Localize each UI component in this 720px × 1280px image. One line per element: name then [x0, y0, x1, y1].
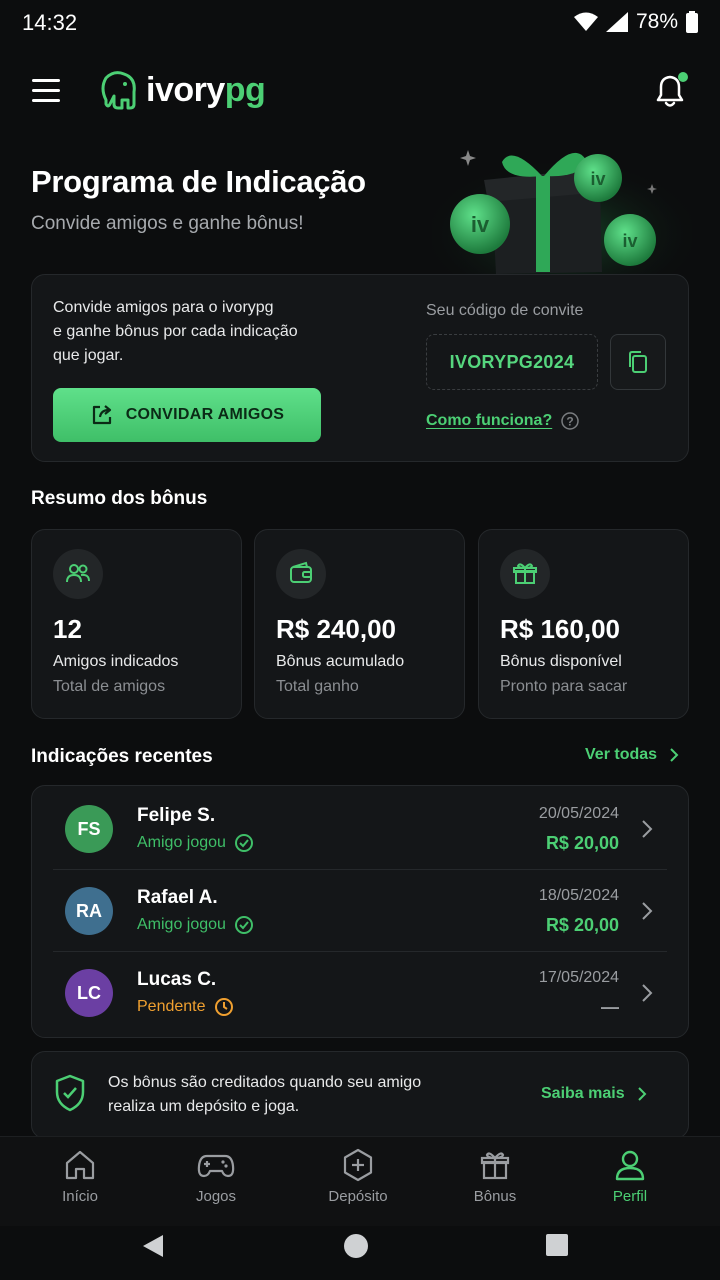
learn-more-link[interactable]: Saiba mais	[541, 1085, 647, 1103]
wifi-icon	[573, 12, 598, 31]
invite-button-label: CONVIDAR AMIGOS	[125, 406, 285, 423]
invite-description: Convide amigos para o ivorypg e ganhe bô…	[53, 299, 298, 364]
status-time: 14:32	[22, 10, 78, 35]
chevron-right-icon	[637, 1087, 647, 1101]
list-item[interactable]: FS Felipe S. Amigo jogou 20/05/2024 R$ 2…	[53, 788, 667, 870]
battery-percent: 78%	[635, 10, 678, 33]
stat-value: R$ 240,00	[276, 614, 396, 644]
signal-icon	[605, 12, 628, 32]
gift-icon	[500, 549, 550, 599]
avatar: RA	[65, 887, 113, 935]
shield-check-icon	[55, 1074, 85, 1112]
check-circle-icon	[234, 916, 253, 934]
list-item[interactable]: RA Rafael A. Amigo jogou 18/05/2024 R$ 2…	[53, 870, 667, 952]
chevron-right-icon	[642, 902, 653, 920]
stat-value: R$ 160,00	[500, 614, 620, 644]
referral-date: 17/05/2024	[538, 969, 619, 986]
referral-status: Amigo jogou	[137, 915, 254, 935]
info-text: Os bônus são creditados quando seu amigo…	[108, 1074, 422, 1115]
see-all-link[interactable]: Ver todas	[585, 746, 679, 764]
elephant-logo-icon	[101, 71, 136, 110]
avatar: LC	[65, 969, 113, 1017]
back-icon[interactable]	[141, 1233, 165, 1259]
stat-label: Amigos indicados	[53, 653, 179, 670]
svg-text:?: ?	[567, 415, 574, 429]
check-circle-icon	[234, 834, 253, 852]
logo[interactable]: ivorypg	[98, 70, 266, 110]
avatar: FS	[65, 805, 113, 853]
menu-icon[interactable]	[30, 76, 64, 106]
referral-status: Amigo jogou	[137, 833, 254, 853]
copy-icon	[629, 351, 647, 373]
notification-bell-icon[interactable]	[650, 70, 690, 110]
stat-label: Bônus disponível	[500, 653, 622, 670]
referral-amount: R$ 20,00	[545, 915, 619, 935]
recents-icon[interactable]	[545, 1233, 569, 1257]
svg-text:iv: iv	[590, 169, 605, 189]
home-icon	[65, 1150, 95, 1180]
referral-name: Rafael A.	[137, 887, 218, 908]
battery-icon	[686, 11, 698, 33]
referral-amount: —	[601, 997, 619, 1017]
nav-item-bonus[interactable]: Bônus	[445, 1148, 545, 1205]
gift-icon	[480, 1152, 510, 1180]
nav-item-home[interactable]: Início	[30, 1148, 130, 1205]
status-icons: 78%	[573, 10, 698, 34]
deposit-icon	[343, 1148, 373, 1182]
stat-sublabel: Total de amigos	[53, 678, 166, 695]
stat-sublabel: Pronto para sacar	[500, 678, 628, 695]
gift-illustration-icon: iv iv iv	[432, 136, 692, 276]
stat-label: Bônus acumulado	[276, 653, 405, 670]
stat-sublabel: Total ganho	[276, 678, 359, 695]
invite-code-label: Seu código de convite	[426, 302, 584, 319]
svg-text:iv: iv	[622, 231, 637, 251]
summary-title: Resumo dos bônus	[31, 488, 208, 509]
clock-icon	[214, 998, 233, 1016]
referral-status: Pendente	[137, 997, 234, 1017]
how-it-works-link[interactable]: Como funciona? ?	[426, 411, 580, 431]
home-system-icon[interactable]	[343, 1233, 369, 1259]
page-title: Programa de Indicação	[31, 164, 366, 199]
chevron-right-icon	[642, 820, 653, 838]
help-icon: ?	[561, 412, 579, 430]
nav-item-profile[interactable]: Perfil	[580, 1148, 680, 1205]
copy-code-button[interactable]	[610, 334, 666, 390]
chevron-right-icon	[670, 748, 679, 762]
referral-name: Lucas C.	[137, 969, 217, 990]
nav-item-deposit[interactable]: Depósito	[308, 1148, 408, 1205]
referral-date: 20/05/2024	[538, 805, 619, 822]
profile-icon	[615, 1150, 645, 1181]
share-icon	[92, 405, 111, 425]
logo-text: ivorypg	[146, 70, 266, 109]
nav-item-games[interactable]: Jogos	[166, 1148, 266, 1205]
list-item[interactable]: LC Lucas C. Pendente 17/05/2024 —	[53, 952, 667, 1034]
referral-amount: R$ 20,00	[545, 833, 619, 853]
gamepad-icon	[197, 1154, 235, 1178]
page-subtitle: Convide amigos e ganhe bônus!	[31, 213, 304, 234]
invite-code[interactable]: IVORYPG2024	[426, 334, 598, 390]
svg-text:iv: iv	[471, 212, 490, 237]
friends-icon	[53, 549, 103, 599]
invite-friends-button[interactable]: CONVIDAR AMIGOS	[53, 388, 321, 442]
recent-title: Indicações recentes	[31, 746, 213, 767]
referral-date: 18/05/2024	[538, 887, 619, 904]
wallet-icon	[276, 549, 326, 599]
referral-name: Felipe S.	[137, 805, 216, 826]
stat-value: 12	[53, 614, 82, 644]
chevron-right-icon	[642, 984, 653, 1002]
